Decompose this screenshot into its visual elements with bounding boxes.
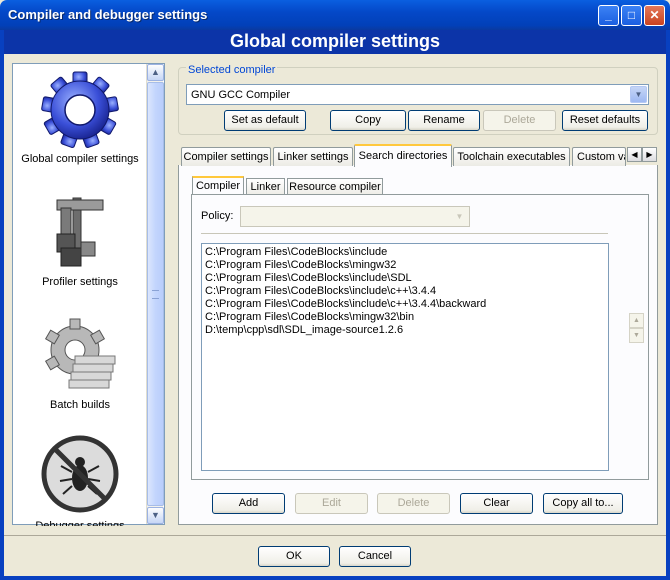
caliper-icon: [56, 197, 104, 267]
move-item-spinner[interactable]: ▲ ▼: [629, 313, 644, 345]
compiler-select-value: GNU GCC Compiler: [191, 89, 291, 101]
list-item[interactable]: D:\temp\cpp\sdl\SDL_image-source1.2.6: [205, 324, 605, 337]
chevron-down-icon[interactable]: ▼: [630, 86, 647, 103]
rename-button[interactable]: Rename: [408, 110, 480, 131]
window-title: Compiler and debugger settings: [8, 7, 208, 22]
gear-icon: [41, 71, 119, 149]
tab-search-directories[interactable]: Search directories: [354, 144, 452, 167]
subtab-compiler[interactable]: Compiler: [192, 176, 244, 194]
move-down-button[interactable]: ▼: [629, 328, 644, 343]
clear-button[interactable]: Clear: [460, 493, 533, 514]
move-up-button[interactable]: ▲: [629, 313, 644, 328]
sidebar-item-label: Profiler settings: [42, 276, 118, 288]
tab-linker-settings[interactable]: Linker settings: [273, 147, 353, 166]
policy-label: Policy:: [201, 210, 234, 222]
tab-toolchain-executables[interactable]: Toolchain executables: [453, 147, 570, 166]
divider: [201, 233, 608, 234]
list-item[interactable]: C:\Program Files\CodeBlocks\mingw32: [205, 259, 605, 272]
sidebar-item-label: Batch builds: [50, 399, 110, 411]
edit-button[interactable]: Edit: [295, 493, 368, 514]
ok-button[interactable]: OK: [258, 546, 330, 567]
policy-select[interactable]: ▼: [240, 206, 470, 227]
list-item[interactable]: C:\Program Files\CodeBlocks\include\c++\…: [205, 298, 605, 311]
scroll-thumb[interactable]: [147, 82, 164, 506]
minimize-button[interactable]: _: [598, 5, 619, 26]
separator: [4, 535, 666, 536]
group-label: Selected compiler: [186, 64, 278, 76]
sidebar-item-debugger[interactable]: [13, 434, 147, 521]
compiler-select[interactable]: GNU GCC Compiler ▼: [186, 84, 649, 105]
maximize-button[interactable]: □: [621, 5, 642, 26]
reset-defaults-button[interactable]: Reset defaults: [562, 110, 648, 131]
tab-compiler-settings[interactable]: Compiler settings: [181, 147, 271, 166]
add-button[interactable]: Add: [212, 493, 285, 514]
category-list[interactable]: Global compiler settings Profiler settin…: [12, 63, 165, 526]
sidebar-item-profiler[interactable]: [13, 190, 147, 277]
sidebar-item-batch-builds[interactable]: [13, 316, 147, 403]
window-frame-left: [0, 30, 4, 580]
scroll-down-button[interactable]: ▼: [147, 507, 164, 524]
chevron-down-icon[interactable]: ▼: [451, 208, 468, 225]
tab-scroll-right-button[interactable]: ▶: [642, 147, 657, 162]
copy-button[interactable]: Copy: [330, 110, 406, 131]
close-button[interactable]: ✕: [644, 5, 665, 26]
page-title: Global compiler settings: [229, 31, 441, 51]
sidebar-item-label: Debugger settings: [35, 520, 125, 526]
cancel-button[interactable]: Cancel: [339, 546, 411, 567]
window-frame-bottom: [0, 576, 670, 580]
list-item[interactable]: C:\Program Files\CodeBlocks\include: [205, 246, 605, 259]
no-bug-icon: [41, 435, 119, 513]
copy-all-to-button[interactable]: Copy all to...: [543, 493, 623, 514]
delete-compiler-button[interactable]: Delete: [483, 110, 556, 131]
list-item[interactable]: C:\Program Files\CodeBlocks\mingw32\bin: [205, 311, 605, 324]
set-as-default-button[interactable]: Set as default: [224, 110, 306, 131]
delete-dir-button[interactable]: Delete: [377, 493, 450, 514]
sidebar-item-label: Global compiler settings: [21, 153, 139, 165]
list-item[interactable]: C:\Program Files\CodeBlocks\include\SDL: [205, 272, 605, 285]
scroll-up-button[interactable]: ▲: [147, 64, 164, 81]
directories-list[interactable]: C:\Program Files\CodeBlocks\include C:\P…: [201, 243, 609, 471]
window-frame-right: [666, 30, 670, 580]
category-scrollbar[interactable]: ▲ ▼: [146, 64, 164, 524]
list-item[interactable]: C:\Program Files\CodeBlocks\include\c++\…: [205, 285, 605, 298]
tab-custom-variables[interactable]: Custom variables: [572, 147, 626, 166]
tab-scroll-left-button[interactable]: ◀: [627, 147, 642, 162]
sidebar-item-global-compiler[interactable]: [13, 68, 147, 155]
batch-gear-icon: [44, 318, 116, 389]
